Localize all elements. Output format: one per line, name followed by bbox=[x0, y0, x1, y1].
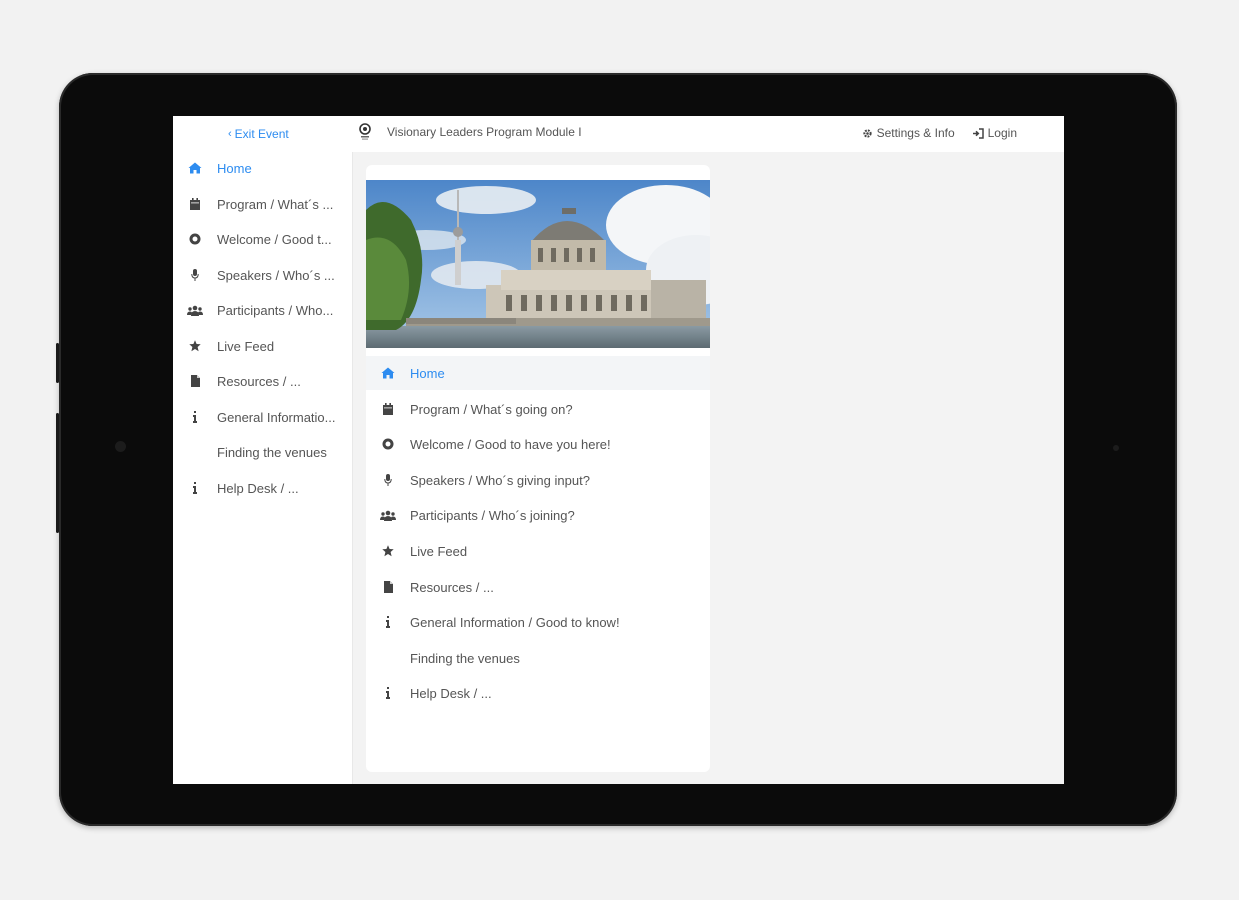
chevron-left-icon: ‹ bbox=[228, 128, 232, 140]
login-icon bbox=[972, 127, 984, 139]
settings-info-label: Settings & Info bbox=[876, 126, 955, 140]
file-icon bbox=[187, 373, 203, 389]
star-icon bbox=[187, 338, 203, 354]
menu-item-finding-venues[interactable]: Finding the venues bbox=[366, 641, 710, 675]
sidebar-item-label: Resources / ... bbox=[217, 373, 301, 389]
menu-item-label: Live Feed bbox=[410, 543, 468, 559]
menu-item-participants[interactable]: Participants / Who´s joining? bbox=[366, 498, 710, 532]
sidebar-item-label: Participants / Who... bbox=[217, 302, 334, 318]
home-icon bbox=[187, 160, 203, 176]
menu-item-label: Program / What´s going on? bbox=[410, 401, 573, 417]
menu-item-resources[interactable]: Resources / ... bbox=[366, 570, 710, 604]
exit-event-link[interactable]: ‹ Exit Event bbox=[228, 127, 289, 141]
sidebar-item-welcome[interactable]: Welcome / Good t... bbox=[173, 224, 353, 254]
event-logo-icon bbox=[358, 123, 372, 141]
sidebar-item-program[interactable]: Program / What´s ... bbox=[173, 189, 353, 219]
sidebar-item-resources[interactable]: Resources / ... bbox=[173, 366, 353, 396]
users-icon bbox=[187, 302, 203, 318]
volume-button bbox=[56, 343, 59, 383]
sensor-dot bbox=[1113, 445, 1119, 451]
sidebar-item-home[interactable]: Home bbox=[173, 153, 353, 183]
side-rail bbox=[56, 413, 59, 533]
menu-item-label: Finding the venues bbox=[410, 650, 520, 666]
camera-lens bbox=[115, 441, 126, 452]
sidebar: Home Program / What´s ... Welcome / Good… bbox=[173, 152, 353, 784]
home-card: Home Program / What´s going on? Welcome … bbox=[366, 165, 710, 772]
circle-icon bbox=[187, 231, 203, 247]
sidebar-item-finding-venues[interactable]: Finding the venues bbox=[173, 437, 353, 467]
sidebar-item-label: Welcome / Good t... bbox=[217, 231, 332, 247]
settings-info-button[interactable]: Settings & Info bbox=[862, 126, 955, 140]
gear-icon bbox=[862, 128, 873, 139]
sidebar-item-label: General Informatio... bbox=[217, 409, 336, 425]
file-icon bbox=[380, 579, 396, 595]
star-icon bbox=[380, 543, 396, 559]
info-icon bbox=[380, 685, 396, 701]
menu-item-label: Resources / ... bbox=[410, 579, 494, 595]
calendar-icon bbox=[187, 196, 203, 212]
sidebar-item-live-feed[interactable]: Live Feed bbox=[173, 331, 353, 361]
menu-item-welcome[interactable]: Welcome / Good to have you here! bbox=[366, 427, 710, 461]
menu-item-home[interactable]: Home bbox=[366, 356, 710, 390]
sidebar-item-label: Help Desk / ... bbox=[217, 480, 299, 496]
menu-item-speakers[interactable]: Speakers / Who´s giving input? bbox=[366, 463, 710, 497]
circle-icon bbox=[380, 436, 396, 452]
menu-item-label: Help Desk / ... bbox=[410, 685, 492, 701]
info-icon bbox=[187, 480, 203, 496]
event-title: Visionary Leaders Program Module I bbox=[387, 125, 582, 139]
menu-item-label: Home bbox=[410, 365, 445, 381]
hero-image bbox=[366, 180, 710, 348]
menu-item-help-desk[interactable]: Help Desk / ... bbox=[366, 676, 710, 710]
sidebar-item-label: Program / What´s ... bbox=[217, 196, 334, 212]
info-icon bbox=[380, 614, 396, 630]
info-icon bbox=[187, 409, 203, 425]
calendar-icon bbox=[380, 401, 396, 417]
app-screen: ‹ Exit Event Visionary Leaders Program M… bbox=[173, 116, 1064, 784]
home-icon bbox=[380, 365, 396, 381]
menu-item-label: Welcome / Good to have you here! bbox=[410, 436, 611, 452]
menu-item-label: Speakers / Who´s giving input? bbox=[410, 472, 590, 488]
login-label: Login bbox=[987, 126, 1017, 140]
sidebar-item-label: Finding the venues bbox=[217, 444, 327, 460]
users-icon bbox=[380, 507, 396, 523]
menu-item-label: Participants / Who´s joining? bbox=[410, 507, 575, 523]
sidebar-item-help-desk[interactable]: Help Desk / ... bbox=[173, 473, 353, 503]
sidebar-item-label: Live Feed bbox=[217, 338, 275, 354]
menu-item-program[interactable]: Program / What´s going on? bbox=[366, 392, 710, 426]
exit-event-label: Exit Event bbox=[234, 127, 289, 141]
sidebar-item-label: Speakers / Who´s ... bbox=[217, 267, 335, 283]
sidebar-item-general-information[interactable]: General Informatio... bbox=[173, 402, 353, 432]
menu-item-live-feed[interactable]: Live Feed bbox=[366, 534, 710, 568]
menu-item-general-information[interactable]: General Information / Good to know! bbox=[366, 605, 710, 639]
menu-item-label: General Information / Good to know! bbox=[410, 614, 620, 630]
microphone-icon bbox=[187, 267, 203, 283]
sidebar-item-participants[interactable]: Participants / Who... bbox=[173, 295, 353, 325]
sidebar-item-speakers[interactable]: Speakers / Who´s ... bbox=[173, 260, 353, 290]
top-bar: ‹ Exit Event Visionary Leaders Program M… bbox=[173, 116, 1064, 152]
top-actions: Settings & Info Login bbox=[862, 126, 1017, 140]
sidebar-item-label: Home bbox=[217, 160, 252, 176]
microphone-icon bbox=[380, 472, 396, 488]
login-button[interactable]: Login bbox=[972, 126, 1017, 140]
